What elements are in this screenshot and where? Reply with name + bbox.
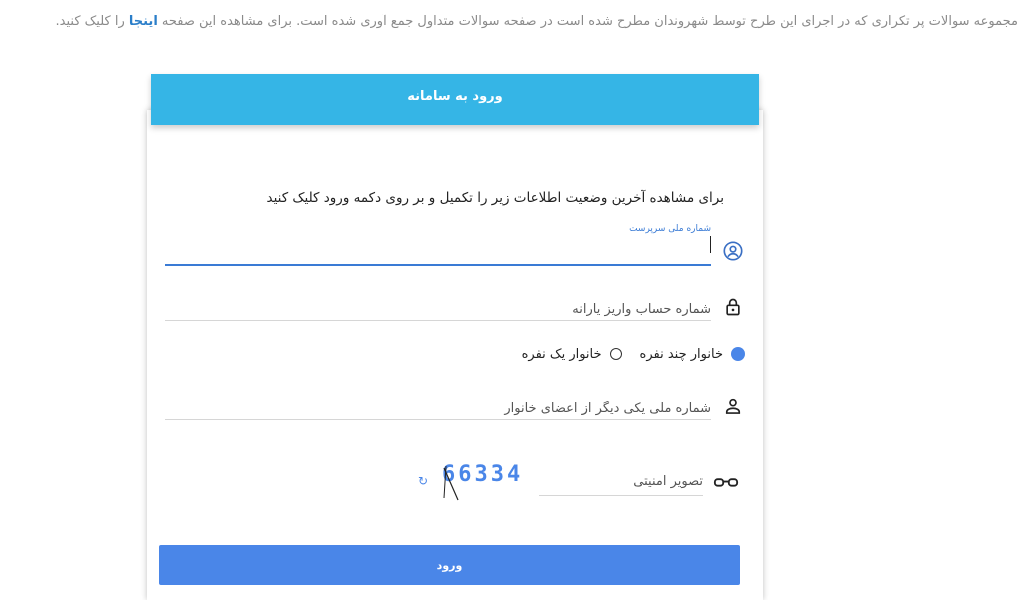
text-cursor xyxy=(710,236,711,253)
faq-notice-text: مجموعه سوالات پر تکراری که در اجرای این … xyxy=(161,14,1018,29)
login-submit-button[interactable]: ورود xyxy=(159,545,740,585)
login-intro-text: برای مشاهده آخرین وضعیت اطلاعات زیر را ت… xyxy=(266,190,724,206)
faq-link[interactable]: اینجا xyxy=(129,14,158,29)
household-multi-label[interactable]: خانوار چند نفره xyxy=(640,347,723,362)
account-number-field[interactable] xyxy=(165,298,711,321)
captcha-noise-lines xyxy=(443,465,459,501)
household-single-radio[interactable] xyxy=(609,348,622,360)
lock-icon xyxy=(723,296,745,318)
faq-notice-tail: را کلیک کنید. xyxy=(55,14,125,29)
account-circle-icon xyxy=(722,240,744,262)
guardian-national-id-input[interactable] xyxy=(165,246,711,261)
glasses-icon xyxy=(713,472,739,494)
guardian-national-id-label: شماره ملی سرپرست xyxy=(629,224,711,234)
household-multi-radio[interactable] xyxy=(731,347,745,361)
guardian-national-id-field[interactable]: شماره ملی سرپرست xyxy=(165,224,711,266)
household-single-label[interactable]: خانوار یک نفره xyxy=(522,347,602,362)
member-national-id-field[interactable] xyxy=(165,397,711,420)
refresh-icon[interactable]: ↻ xyxy=(418,474,428,488)
person-icon xyxy=(723,395,745,417)
captcha-input[interactable] xyxy=(539,474,703,495)
login-card-title: ورود به سامانه xyxy=(151,74,759,125)
account-number-input[interactable] xyxy=(165,302,711,317)
captcha-image: 66334 xyxy=(438,460,534,502)
captcha-field[interactable] xyxy=(539,470,703,496)
household-type-group: خانوار چند نفره خانوار یک نفره xyxy=(490,344,745,364)
member-national-id-input[interactable] xyxy=(165,401,711,416)
faq-notice: مجموعه سوالات پر تکراری که در اجرای این … xyxy=(0,14,1018,29)
